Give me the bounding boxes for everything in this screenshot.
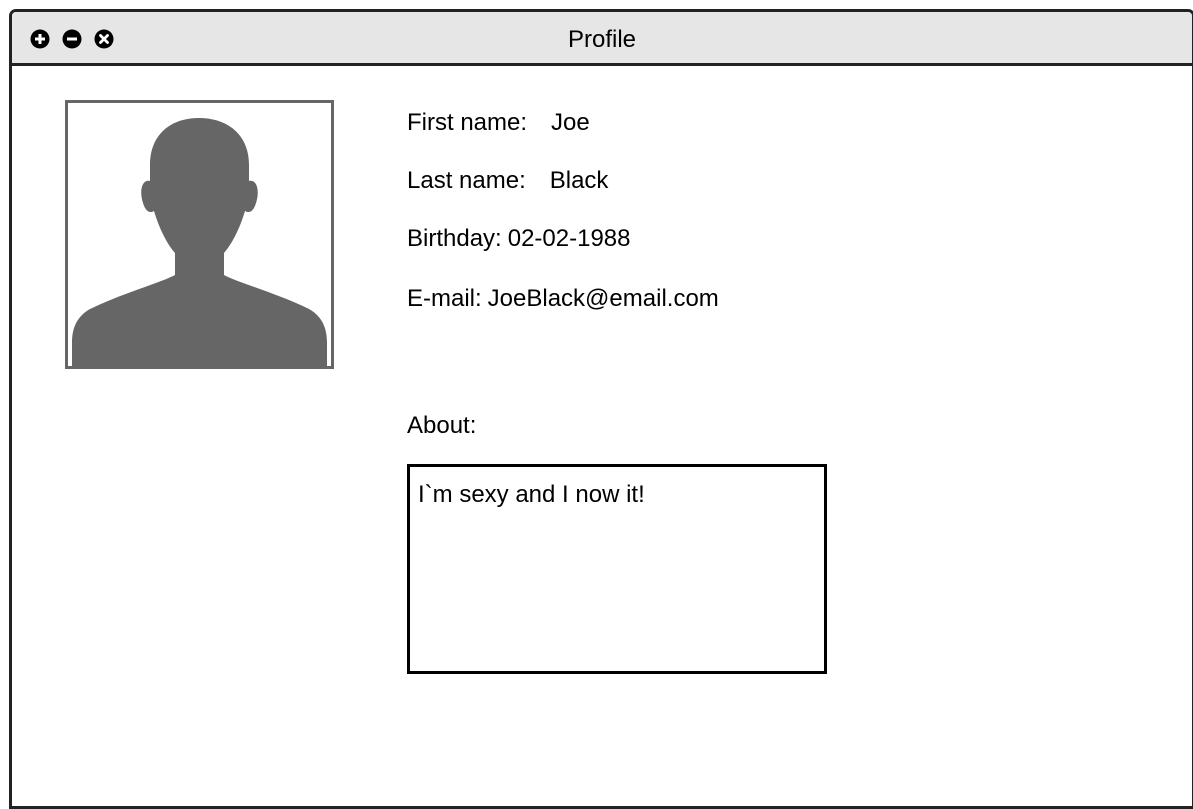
about-label: About: xyxy=(407,412,477,439)
last-name-row: Last name: Black xyxy=(407,167,608,195)
user-silhouette-icon xyxy=(72,118,327,366)
title-bar[interactable]: Profile xyxy=(12,12,1192,66)
window-title: Profile xyxy=(567,26,637,53)
avatar xyxy=(65,100,334,369)
about-textarea[interactable]: I`m sexy and I now it! xyxy=(407,464,827,674)
birthday-label: Birthday: xyxy=(407,225,502,252)
first-name-value: Joe xyxy=(551,109,590,136)
email-row: E-mail: JoeBlack@email.com xyxy=(407,285,719,313)
last-name-value: Black xyxy=(549,167,609,194)
first-name-label: First name: xyxy=(407,109,528,136)
first-name-row: First name: Joe xyxy=(407,109,590,137)
birthday-row: Birthday: 02-02-1988 xyxy=(407,225,630,253)
email-label: E-mail: xyxy=(407,285,482,312)
last-name-label: Last name: xyxy=(407,167,526,194)
profile-window: Profile First name: Joe Last name: Black B… xyxy=(9,9,1193,809)
email-value: JoeBlack@email.com xyxy=(487,285,719,312)
birthday-value: 02-02-1988 xyxy=(507,225,631,252)
